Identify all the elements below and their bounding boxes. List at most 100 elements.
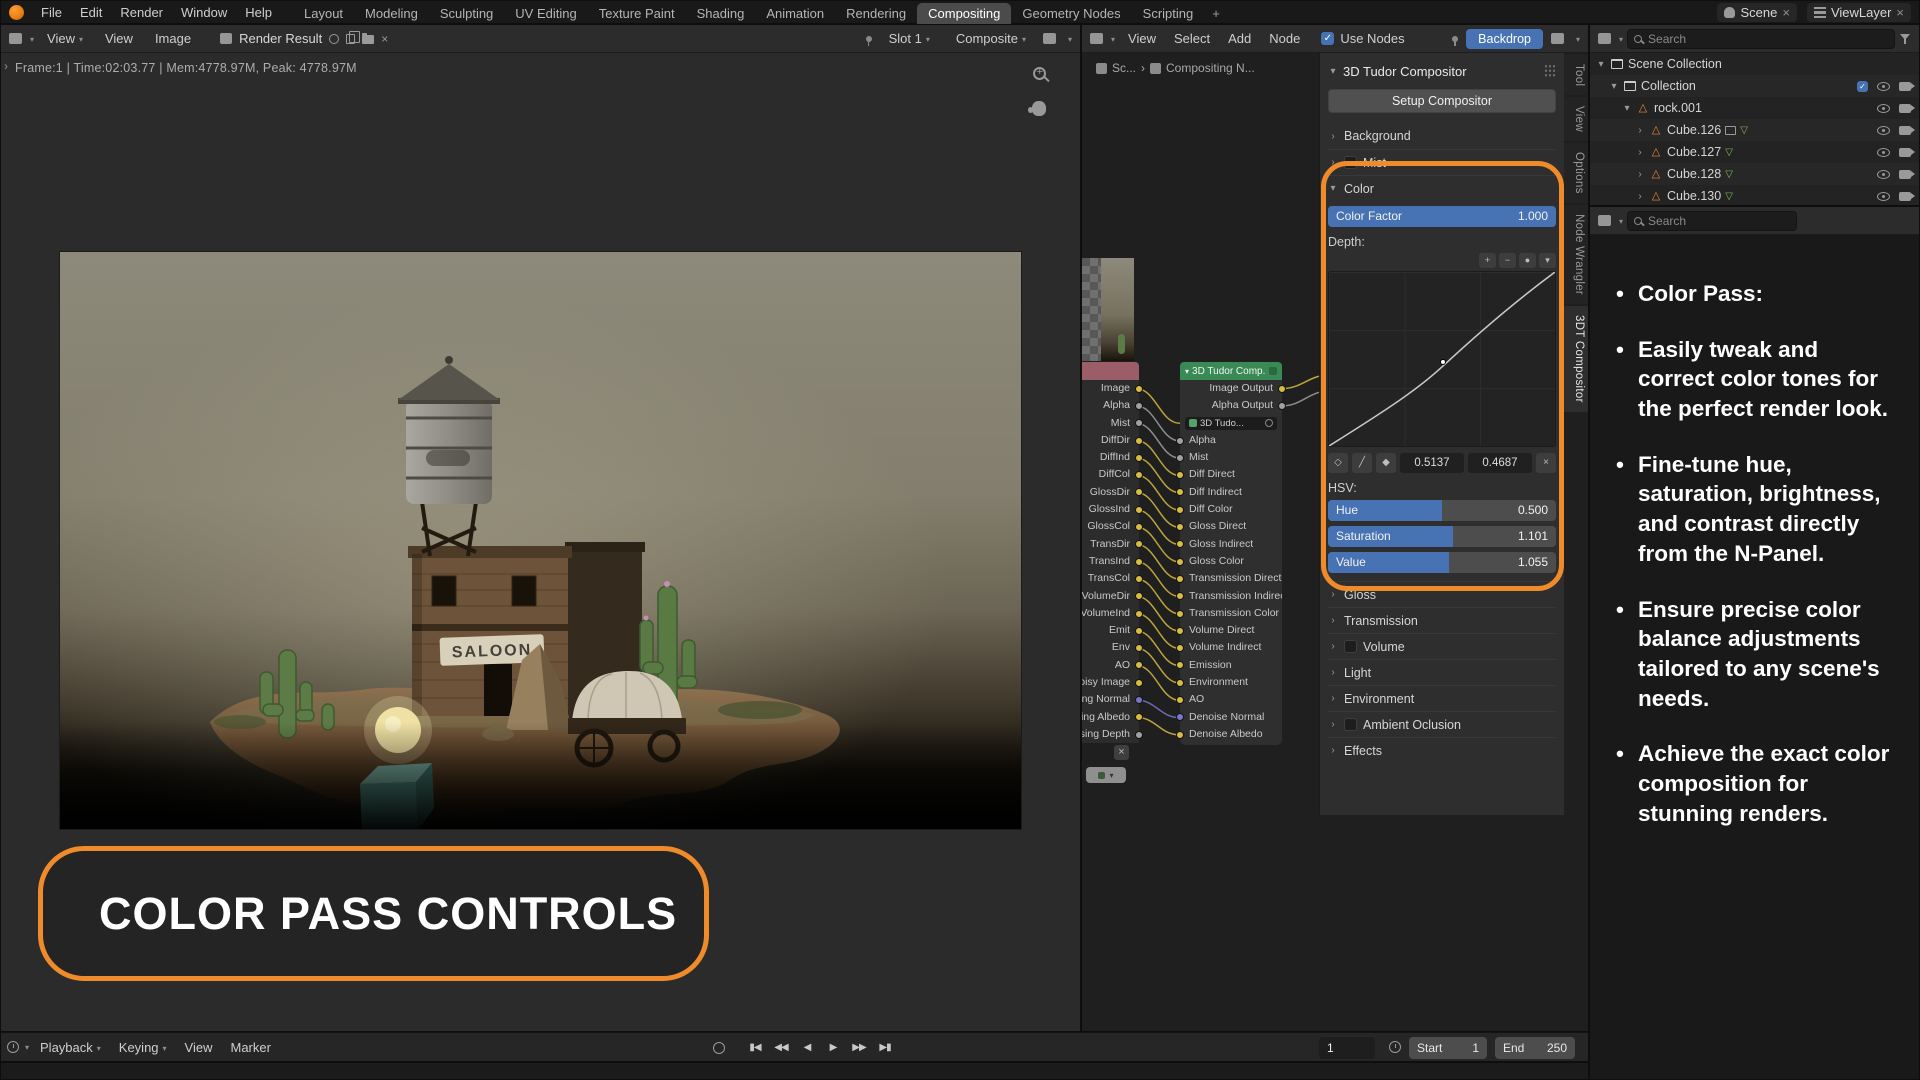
play-button[interactable]: ▶ [821, 1036, 845, 1059]
zoom-out-icon[interactable]: − [1499, 253, 1516, 268]
socket-glosscol[interactable] [1135, 523, 1143, 531]
socket-diffdir[interactable] [1135, 437, 1143, 445]
camera-icon[interactable] [1899, 104, 1911, 113]
workspace-tab-layout[interactable]: Layout [293, 3, 354, 24]
outliner-search-input[interactable]: Search [1627, 29, 1895, 49]
unlink-image-icon[interactable]: × [381, 33, 388, 45]
jump-to-end-button[interactable]: ▶▮ [873, 1036, 897, 1059]
panel-header[interactable]: ▾ 3D Tudor Compositor [1328, 59, 1556, 83]
socket-gloss-color[interactable] [1176, 558, 1184, 566]
selectability-checkbox[interactable] [1857, 81, 1868, 92]
menu-keying[interactable]: Keying [110, 1038, 176, 1057]
camera-icon[interactable] [1899, 126, 1911, 135]
render-layers-node-header[interactable] [1082, 362, 1139, 380]
socket-diff-color[interactable] [1176, 506, 1184, 514]
pan-gizmo-icon[interactable] [1032, 101, 1046, 116]
chevron-down-icon[interactable]: ▾ [1539, 253, 1556, 268]
new-image-icon[interactable] [329, 34, 339, 44]
panel-section-color[interactable]: ▾ Color [1328, 175, 1556, 201]
workspace-tab-animation[interactable]: Animation [755, 3, 835, 24]
menu-edit[interactable]: Edit [71, 3, 111, 22]
menu-node[interactable]: Node [1260, 29, 1309, 48]
panel-section-gloss[interactable]: ›Gloss [1328, 581, 1556, 607]
panel-section-ambient-oclusion[interactable]: ›Ambient Oclusion [1328, 711, 1556, 737]
menu-image[interactable]: Image [146, 29, 200, 48]
outliner-row-cube-130[interactable]: ›Cube.130▽ [1590, 185, 1919, 207]
disclosure-icon[interactable]: ▾ [1596, 59, 1606, 70]
backdrop-button[interactable]: Backdrop [1466, 29, 1543, 49]
socket-volumeind[interactable] [1135, 610, 1143, 618]
menu-help[interactable]: Help [236, 3, 281, 22]
workspace-tab-shading[interactable]: Shading [686, 3, 756, 24]
prev-frame-button[interactable]: ◀ [795, 1036, 819, 1059]
workspace-tab-modeling[interactable]: Modeling [354, 3, 429, 24]
eye-icon[interactable] [1877, 104, 1890, 113]
eye-icon[interactable] [1877, 192, 1890, 201]
menu-view[interactable]: View [1119, 29, 1165, 48]
socket-image[interactable] [1135, 385, 1143, 393]
socket-ao[interactable] [1135, 661, 1143, 669]
socket-denoising-normal[interactable] [1135, 696, 1143, 704]
socket-denoising-albedo[interactable] [1135, 713, 1143, 721]
close-icon[interactable]: × [1114, 745, 1129, 760]
zoom-gizmo-icon[interactable] [1033, 67, 1046, 80]
slider-saturation[interactable]: Saturation1.101 [1328, 526, 1556, 547]
group-node-header[interactable]: ▾ 3D Tudor Comp... [1180, 362, 1282, 380]
panel-section-effects[interactable]: ›Effects [1328, 737, 1556, 763]
zoom-in-icon[interactable]: + [1479, 253, 1496, 268]
workspace-tab-scripting[interactable]: Scripting [1132, 3, 1205, 24]
compositor-group-node[interactable]: ▾ 3D Tudor Comp... Image OutputAlpha Out… [1180, 362, 1282, 745]
properties-search-input[interactable]: Search [1627, 211, 1797, 231]
curve-options-icon[interactable]: ● [1519, 253, 1536, 268]
socket-volume-direct[interactable] [1176, 627, 1184, 635]
panel-section-light[interactable]: ›Light [1328, 659, 1556, 685]
editor-type-chevron-icon[interactable] [21, 1038, 29, 1056]
auto-keying-icon[interactable] [713, 1042, 725, 1054]
eye-icon[interactable] [1877, 82, 1890, 91]
disclosure-icon[interactable]: ▾ [1609, 81, 1619, 92]
unlink-scene-icon[interactable]: × [1782, 5, 1790, 20]
disclosure-icon[interactable]: ▾ [1622, 103, 1632, 114]
curve-y-field[interactable]: 0.4687 [1468, 453, 1532, 473]
channels-chevron-icon[interactable] [1064, 31, 1072, 46]
breadcrumb-scene[interactable]: Sc... [1112, 61, 1136, 75]
socket-gloss-direct[interactable] [1176, 523, 1184, 531]
frame-end-field[interactable]: End 250 [1495, 1037, 1575, 1059]
socket-mist[interactable] [1176, 454, 1184, 462]
editor-type-chevron-icon[interactable] [1107, 31, 1115, 46]
node-group-selector[interactable]: 3D Tudo... [1185, 417, 1277, 430]
socket-alpha[interactable] [1135, 402, 1143, 410]
socket-alpha-output[interactable] [1278, 402, 1286, 410]
fake-user-icon[interactable] [1265, 419, 1273, 427]
duplicate-image-icon[interactable] [346, 34, 355, 44]
socket-diffind[interactable] [1135, 454, 1143, 462]
filter-icon[interactable] [1899, 33, 1911, 44]
editor-type-chevron-icon[interactable] [1615, 31, 1623, 46]
socket-diffcol[interactable] [1135, 471, 1143, 479]
socket-noisy-image[interactable] [1135, 679, 1143, 687]
outliner-row-rock-001[interactable]: ▾rock.001 [1590, 97, 1919, 119]
region-expand-icon[interactable]: › [4, 59, 8, 73]
slot-dropdown[interactable]: Slot 1 [880, 29, 939, 48]
image-name[interactable]: Render Result [239, 31, 322, 46]
socket-transdir[interactable] [1135, 540, 1143, 548]
tab-node-wrangler[interactable]: Node Wrangler [1564, 205, 1589, 304]
backdrop-chevron-icon[interactable] [1572, 31, 1580, 46]
socket-environment[interactable] [1176, 679, 1184, 687]
timeline-editor-type-icon[interactable] [7, 1041, 19, 1053]
socket-denoising-depth[interactable] [1135, 731, 1143, 739]
socket-volumedir[interactable] [1135, 592, 1143, 600]
socket-glossdir[interactable] [1135, 488, 1143, 496]
menu-marker[interactable]: Marker [222, 1038, 280, 1057]
drag-grip-icon[interactable] [1544, 64, 1556, 78]
panel-section-mist[interactable]: › Mist [1328, 149, 1556, 175]
panel-section-transmission[interactable]: ›Transmission [1328, 607, 1556, 633]
curve-handle-icon[interactable]: ◇ [1328, 453, 1348, 473]
collapse-icon[interactable]: ▾ [1185, 367, 1189, 376]
curve-widget[interactable] [1328, 271, 1556, 447]
pin-icon[interactable] [866, 36, 872, 42]
menu-view[interactable]: View [96, 29, 142, 48]
next-keyframe-button[interactable]: ▶▶ [847, 1036, 871, 1059]
backdrop-image-icon[interactable] [1551, 33, 1564, 44]
workspace-tab-texture-paint[interactable]: Texture Paint [588, 3, 686, 24]
